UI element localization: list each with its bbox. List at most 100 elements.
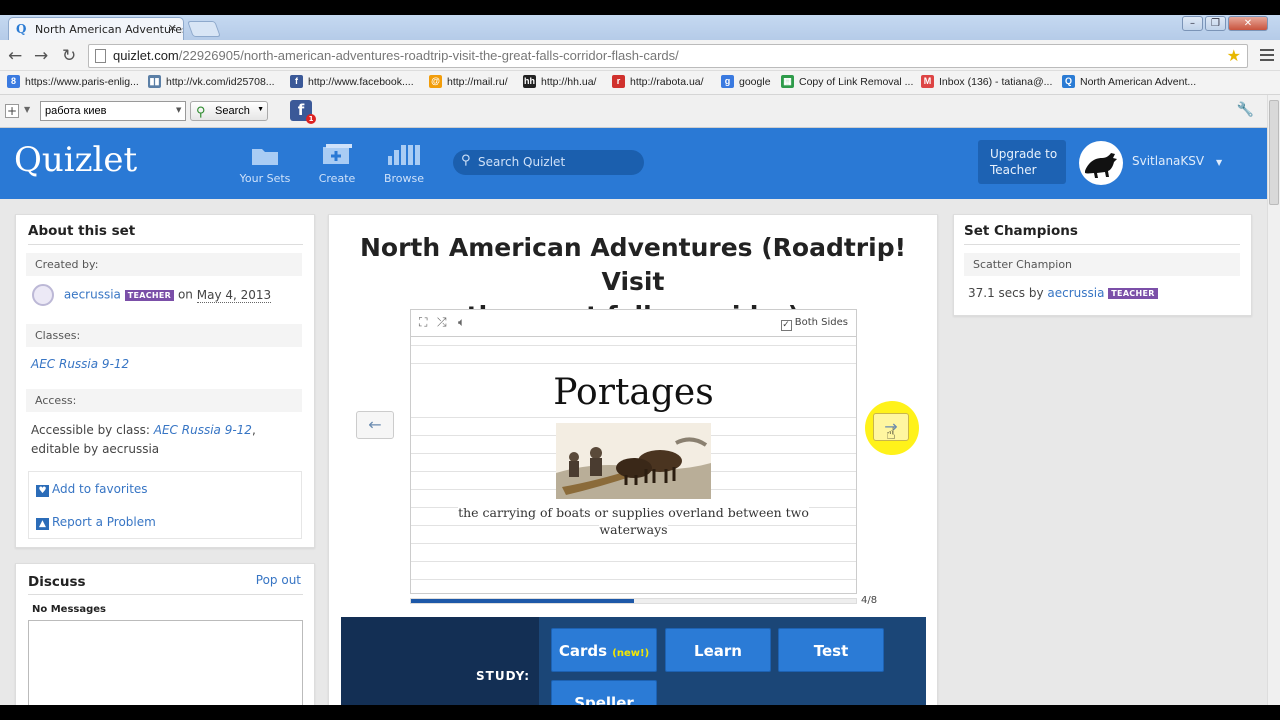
- addon-search-input[interactable]: работа киев: [40, 101, 186, 121]
- close-tab-icon[interactable]: ✕: [168, 22, 177, 35]
- black-bar-bottom: [0, 705, 1280, 720]
- flashcard-toolbar: ⛶ ⤮ 🔈︎ ✓ Both Sides: [411, 310, 856, 337]
- teacher-badge: TEACHER: [124, 289, 175, 301]
- creator-link[interactable]: aecrussia: [64, 288, 121, 302]
- bookmark-item[interactable]: ▦ Copy of Link Removal ...: [781, 75, 913, 88]
- access-class-link[interactable]: AEC Russia 9-12: [154, 423, 252, 437]
- test-button[interactable]: Test: [778, 628, 884, 672]
- class-link[interactable]: AEC Russia 9-12: [31, 357, 129, 371]
- bookmark-item[interactable]: @ http://mail.ru/: [429, 75, 508, 88]
- term-text: Portages: [411, 372, 856, 413]
- nav-your-sets[interactable]: Your Sets: [235, 144, 295, 185]
- pop-out-link[interactable]: Pop out: [256, 573, 301, 587]
- bookmark-label: http://vk.com/id25708...: [166, 75, 275, 88]
- creator-avatar: [32, 284, 54, 306]
- addon-search-dropdown-icon[interactable]: ▼: [176, 106, 181, 114]
- page-scrollbar[interactable]: [1267, 95, 1280, 720]
- nav-your-sets-label: Your Sets: [239, 172, 291, 185]
- definition-line1: the carrying of boats or supplies overla…: [458, 504, 809, 521]
- avatar[interactable]: [1079, 141, 1123, 185]
- set-title-line1: North American Adventures (Roadtrip! Vis…: [360, 233, 906, 296]
- nav-create[interactable]: Create: [307, 144, 367, 185]
- classes-label: Classes:: [26, 324, 302, 347]
- study-label: STUDY:: [476, 669, 531, 683]
- chevron-down-icon: ▼: [257, 106, 264, 113]
- menu-icon[interactable]: [1260, 49, 1274, 64]
- hh-icon: hh: [523, 75, 536, 88]
- mailru-icon: @: [429, 75, 442, 88]
- quizlet-icon: Q: [1062, 75, 1075, 88]
- learn-button[interactable]: Learn: [665, 628, 771, 672]
- bookmark-item[interactable]: hh http://hh.ua/: [523, 75, 596, 88]
- bookmark-label: http://hh.ua/: [541, 75, 597, 88]
- bookmark-star-icon[interactable]: ★: [1227, 46, 1241, 66]
- site-search-input[interactable]: ⚲ Search Quizlet: [453, 150, 644, 175]
- created-by-label: Created by:: [26, 253, 302, 276]
- warning-icon: ▲: [36, 518, 49, 530]
- google-icon: g: [721, 75, 734, 88]
- addon-search-button[interactable]: ⚲ Search ▼: [190, 101, 268, 121]
- scrollbar-thumb[interactable]: [1269, 100, 1279, 205]
- address-bar[interactable]: quizlet.com/22926905/north-american-adve…: [88, 44, 1248, 68]
- champion-user-link[interactable]: aecrussia: [1047, 286, 1104, 300]
- add-icon[interactable]: +: [5, 104, 19, 118]
- gmail-icon: M: [921, 75, 934, 88]
- shuffle-icon[interactable]: ⤮: [437, 315, 447, 330]
- sheets-icon: ▦: [781, 75, 794, 88]
- nav-browse[interactable]: Browse: [374, 144, 434, 185]
- discuss-title: Discuss: [28, 574, 86, 590]
- champion-teacher-badge: TEACHER: [1108, 288, 1158, 299]
- upgrade-line2: Teacher: [990, 163, 1037, 177]
- username-menu[interactable]: SvitlanaKSV ▼: [1132, 154, 1222, 168]
- page-icon: [95, 49, 106, 63]
- minimize-icon[interactable]: –: [1182, 16, 1203, 31]
- access-text-1: Accessible by class:: [31, 423, 150, 437]
- checkbox-checked-icon[interactable]: ✓: [780, 320, 792, 331]
- facebook-notification-icon[interactable]: f1: [290, 100, 316, 124]
- add-to-favorites-link[interactable]: ♥ Add to favorites: [36, 482, 148, 497]
- url-path: /22926905/north-american-adventures-road…: [178, 48, 679, 63]
- flashcard[interactable]: ⛶ ⤮ 🔈︎ ✓ Both Sides Portages the carryin…: [410, 309, 857, 594]
- browser-tab[interactable]: Q North American Adventures | ✕: [8, 17, 184, 40]
- tab-title: North American Adventures |: [35, 23, 184, 36]
- forward-icon[interactable]: →: [34, 46, 48, 66]
- back-icon[interactable]: ←: [8, 46, 22, 66]
- both-sides-label: Both Sides: [794, 317, 848, 328]
- folder-icon: [252, 149, 278, 165]
- fullscreen-icon[interactable]: ⛶: [419, 315, 427, 330]
- both-sides-toggle[interactable]: ✓ Both Sides: [780, 317, 848, 331]
- dropdown-icon[interactable]: ▼: [24, 105, 30, 114]
- wrench-icon[interactable]: 🔧: [1237, 102, 1254, 118]
- bookmarks-bar: 8 https://www.paris-enlig... ▮▮ http://vk.c…: [0, 71, 1280, 95]
- cards-button[interactable]: Cards (new!): [551, 628, 657, 672]
- previous-card-button[interactable]: ←: [356, 411, 394, 439]
- about-title: About this set: [28, 223, 303, 245]
- speller-button[interactable]: Speller: [551, 680, 657, 705]
- site-search-placeholder: Search Quizlet: [478, 155, 566, 169]
- bookmark-item[interactable]: f http://www.facebook....: [290, 75, 414, 88]
- speaker-icon[interactable]: 🔈︎: [458, 315, 465, 330]
- champions-card: Set Champions Scatter Champion 37.1 secs…: [953, 214, 1252, 316]
- new-tab-button[interactable]: [187, 21, 221, 37]
- about-card: About this set Created by: aecrussia TEA…: [15, 214, 315, 548]
- bookmark-item[interactable]: M Inbox (136) - tatiana@...: [921, 75, 1052, 88]
- bookmark-item[interactable]: r http://rabota.ua/: [612, 75, 704, 88]
- search-icon: ⚲: [196, 104, 206, 119]
- bookmark-label: http://www.facebook....: [308, 75, 414, 88]
- facebook-icon: f: [290, 75, 303, 88]
- report-problem-link[interactable]: ▲ Report a Problem: [36, 515, 156, 530]
- close-window-icon[interactable]: ✕: [1228, 16, 1268, 31]
- maximize-icon[interactable]: ❐: [1205, 16, 1226, 31]
- reload-icon[interactable]: ↻: [62, 46, 76, 66]
- upgrade-button[interactable]: Upgrade to Teacher: [978, 140, 1066, 184]
- bookmark-item[interactable]: 8 https://www.paris-enlig...: [7, 75, 139, 88]
- bookmark-item[interactable]: Q North American Advent...: [1062, 75, 1196, 88]
- study-panel: STUDY: Cards (new!) Learn Test Speller: [341, 617, 926, 705]
- bookmark-item[interactable]: ▮▮ http://vk.com/id25708...: [148, 75, 275, 88]
- discuss-card: Discuss Pop out No Messages: [15, 563, 315, 705]
- bookmark-item[interactable]: g google: [721, 75, 771, 88]
- quizlet-logo[interactable]: Quizlet: [14, 140, 137, 180]
- message-input[interactable]: [28, 620, 303, 705]
- url-host: quizlet.com: [113, 48, 179, 63]
- window-controls: – ❐ ✕: [1182, 16, 1268, 31]
